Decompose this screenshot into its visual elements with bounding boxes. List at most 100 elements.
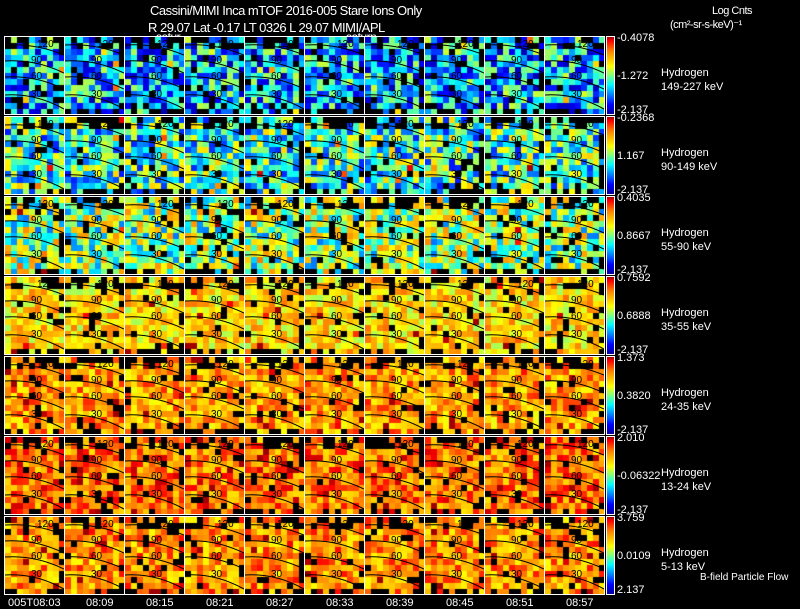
contour-label: 60 xyxy=(91,471,103,482)
contour-label: 60 xyxy=(271,231,283,242)
contour-label: 60 xyxy=(511,311,523,322)
contour-label: 60 xyxy=(151,151,163,162)
contour-label: 30 xyxy=(271,329,283,340)
colorbar xyxy=(606,516,615,595)
contour-label: 30 xyxy=(451,89,463,100)
colorbar-mid-label: -1.272 xyxy=(617,70,649,82)
contour-label: 90 xyxy=(571,135,583,146)
contour-label: 120 xyxy=(577,199,594,210)
contour-label: 30 xyxy=(511,329,523,340)
contour-label: 120 xyxy=(577,279,594,290)
contour-label: 30 xyxy=(91,169,103,180)
contour-label: 60 xyxy=(451,311,463,322)
contour-line xyxy=(545,124,604,136)
contour-label: 30 xyxy=(151,489,163,500)
contour-label: 30 xyxy=(31,489,43,500)
contour-label: 30 xyxy=(271,409,283,420)
contour-label: 60 xyxy=(91,231,103,242)
contour-label: 90 xyxy=(151,55,163,66)
contour-label: 30 xyxy=(511,409,523,420)
heatmap-panel: 120 90 60 30 xyxy=(544,356,605,435)
contour-label: 120 xyxy=(517,519,534,530)
heatmap-panel: 120 90 60 30 xyxy=(484,36,545,115)
contour-label: 30 xyxy=(451,489,463,500)
contour-line xyxy=(305,124,364,136)
contour-label: 30 xyxy=(211,409,223,420)
contour-label: 120 xyxy=(97,279,114,290)
contour-label: 60 xyxy=(331,231,343,242)
contour-line xyxy=(305,524,364,536)
contour-line xyxy=(545,44,604,56)
contour-line xyxy=(425,524,484,536)
time-tick-label: 08:51 xyxy=(506,597,534,609)
contour-label: 30 xyxy=(151,89,163,100)
contour-label: 30 xyxy=(511,89,523,100)
contour-label: 120 xyxy=(457,519,474,530)
contour-line xyxy=(125,284,184,296)
contour-label: 30 xyxy=(271,569,283,580)
contour-label: 60 xyxy=(511,551,523,562)
contour-label: 60 xyxy=(331,391,343,402)
contour-label: 30 xyxy=(451,409,463,420)
contour-label: 60 xyxy=(391,471,403,482)
contour-label: 30 xyxy=(391,249,403,260)
contour-line xyxy=(485,444,544,456)
contour-label: 120 xyxy=(37,119,54,130)
heatmap-panel: 120 90 60 30 xyxy=(544,196,605,275)
contour-label: 30 xyxy=(571,489,583,500)
colorbar-mid-label: 0.0109 xyxy=(617,550,651,562)
contour-label: 60 xyxy=(571,71,583,82)
energy-range-label: 13-24 keV xyxy=(661,481,712,493)
contour-label: 90 xyxy=(451,295,463,306)
heatmap-panel: 120 90 60 30 xyxy=(424,276,485,355)
contour-label: 30 xyxy=(91,569,103,580)
contour-label: 90 xyxy=(271,135,283,146)
heatmap-panel: 120 90 60 30 xyxy=(4,36,65,115)
contour-label: 90 xyxy=(571,215,583,226)
contour-label: 30 xyxy=(151,249,163,260)
contour-line xyxy=(5,444,64,456)
contour-label: 90 xyxy=(211,535,223,546)
contour-label: 90 xyxy=(91,135,103,146)
contour-label: 120 xyxy=(157,119,174,130)
contour-label: 60 xyxy=(511,471,523,482)
contour-line xyxy=(485,524,544,536)
contour-label: 30 xyxy=(571,89,583,100)
contour-label: 90 xyxy=(91,295,103,306)
contour-label: 60 xyxy=(331,551,343,562)
channel-label: Hydrogen 13-24 keV xyxy=(661,466,711,494)
contour-line xyxy=(425,44,484,56)
heatmap-panel: 120 90 60 30 xyxy=(364,516,425,595)
contour-label: 90 xyxy=(211,135,223,146)
contour-label: 30 xyxy=(211,569,223,580)
heatmap-panel: 120 90 60 30 xyxy=(304,276,365,355)
contour-label: 90 xyxy=(271,295,283,306)
contour-label: 60 xyxy=(31,551,43,562)
contour-line xyxy=(5,124,64,136)
contour-line xyxy=(245,204,304,216)
colorbar-mid-label: 0.3820 xyxy=(617,390,651,402)
contour-line xyxy=(425,444,484,456)
contour-label: 120 xyxy=(277,359,294,370)
contour-label: 60 xyxy=(331,71,343,82)
contour-label: 120 xyxy=(217,39,234,50)
contour-label: 90 xyxy=(571,455,583,466)
contour-label: 90 xyxy=(271,215,283,226)
contour-label: 60 xyxy=(211,311,223,322)
contour-label: 90 xyxy=(451,535,463,546)
contour-label: 60 xyxy=(271,391,283,402)
contour-label: 120 xyxy=(517,119,534,130)
heatmap-panel: 120 90 60 30 xyxy=(304,196,365,275)
contour-line xyxy=(65,364,124,376)
contour-label: 120 xyxy=(517,279,534,290)
contour-label: 60 xyxy=(31,151,43,162)
contour-label: 90 xyxy=(511,215,523,226)
channel-label: Hydrogen 149-227 keV xyxy=(661,66,723,94)
contour-label: 30 xyxy=(571,329,583,340)
contour-line xyxy=(5,284,64,296)
contour-line xyxy=(305,284,364,296)
heatmap-panel: 120 90 60 30 xyxy=(364,116,425,195)
contour-label: 60 xyxy=(571,391,583,402)
heatmap-panel: 120 90 60 30 xyxy=(484,356,545,435)
contour-label: 90 xyxy=(391,535,403,546)
